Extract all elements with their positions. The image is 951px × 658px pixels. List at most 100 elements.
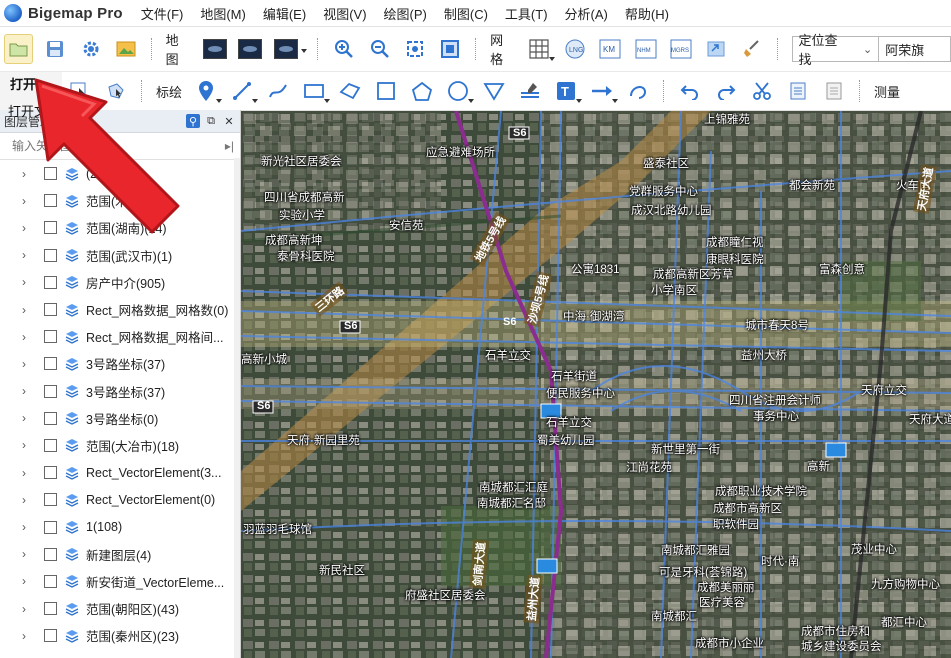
rectangle-tool-button[interactable] xyxy=(300,77,331,105)
line-tool-button[interactable] xyxy=(228,77,259,105)
layer-visibility-checkbox[interactable] xyxy=(44,357,57,371)
settings-button[interactable] xyxy=(77,35,104,63)
map-source-1-button[interactable] xyxy=(201,35,228,63)
layer-row[interactable]: › 3号路坐标(0) xyxy=(0,405,240,432)
export-button[interactable] xyxy=(703,35,730,63)
expand-arrow-icon[interactable]: › xyxy=(22,384,32,398)
float-window-icon[interactable]: ⧉ xyxy=(204,114,218,128)
pentagon-tool-button[interactable] xyxy=(408,77,436,105)
menu-help[interactable]: 帮助(H) xyxy=(625,4,669,23)
zoom-out-button[interactable] xyxy=(366,35,393,63)
map-source-3-button[interactable] xyxy=(272,35,308,63)
expand-arrow-icon[interactable]: › xyxy=(22,466,32,480)
layer-row[interactable]: › 新建图层(4) xyxy=(0,541,240,568)
curve-tool-button[interactable] xyxy=(264,77,292,105)
expand-arrow-icon[interactable]: › xyxy=(22,248,32,262)
layer-visibility-checkbox[interactable] xyxy=(44,574,57,588)
expand-arrow-icon[interactable]: › xyxy=(22,303,32,317)
nh-grid-button[interactable]: NHM xyxy=(632,35,659,63)
menu-file[interactable]: 文件(F) xyxy=(141,4,184,23)
layer-panel-scrollbar[interactable] xyxy=(234,158,240,658)
layer-row[interactable]: › Rect_网格数据_网格间... xyxy=(0,323,240,350)
menu-edit[interactable]: 编辑(E) xyxy=(263,4,306,23)
expand-arrow-icon[interactable]: › xyxy=(22,357,32,371)
menu-tools[interactable]: 工具(T) xyxy=(505,4,548,23)
layer-row[interactable]: › Rect_VectorElement(3... xyxy=(0,459,240,486)
paste-button[interactable] xyxy=(820,77,848,105)
square-tool-button[interactable] xyxy=(372,77,400,105)
cut-button[interactable] xyxy=(748,77,776,105)
menu-draw[interactable]: 绘图(P) xyxy=(384,4,427,23)
locate-search-select[interactable]: 定位查找 ⌄ xyxy=(791,33,880,67)
expand-arrow-icon[interactable]: › xyxy=(22,493,32,507)
layer-visibility-checkbox[interactable] xyxy=(44,520,57,534)
layer-row[interactable]: › Rect_网格数据_网格数(0) xyxy=(0,296,240,323)
layer-row[interactable]: › 范围(朝阳区)(43) xyxy=(0,595,240,622)
expand-arrow-icon[interactable]: › xyxy=(22,438,32,452)
undo-button[interactable] xyxy=(676,77,704,105)
close-icon[interactable]: ✕ xyxy=(222,114,236,128)
expand-arrow-icon[interactable]: › xyxy=(22,275,32,289)
layer-visibility-checkbox[interactable] xyxy=(44,493,57,507)
map-view[interactable]: 新光社区居委会 应急避难场所 上锦雅苑 盛泰社区 党群服务中心 成汉北路幼儿园 四川省成都高… xyxy=(241,111,951,658)
full-extent-button[interactable] xyxy=(437,35,464,63)
circle-tool-button[interactable] xyxy=(444,77,475,105)
layer-row[interactable]: › 范围(秦州区)(23) xyxy=(0,622,240,649)
layer-visibility-checkbox[interactable] xyxy=(44,384,57,398)
grid-button[interactable] xyxy=(526,35,555,63)
layer-visibility-checkbox[interactable] xyxy=(44,303,57,317)
measure-label[interactable]: 测量 xyxy=(874,82,900,101)
lonlat-grid-button[interactable]: LNG xyxy=(561,35,588,63)
copy-button[interactable] xyxy=(784,77,812,105)
save-button[interactable] xyxy=(41,35,68,63)
layer-row[interactable]: › 新安街道_VectorEleme... xyxy=(0,568,240,595)
collapse-icon[interactable]: ▸| xyxy=(225,139,234,153)
layer-row[interactable]: › 3号路坐标(37) xyxy=(0,350,240,377)
search-icon[interactable]: ⚲ xyxy=(186,114,200,128)
marker-tool-button[interactable] xyxy=(192,77,223,105)
layer-row[interactable]: › 房产中介(905) xyxy=(0,269,240,296)
image-button[interactable] xyxy=(112,35,139,63)
layer-visibility-checkbox[interactable] xyxy=(44,629,57,643)
zoom-extent-button[interactable] xyxy=(401,35,428,63)
layer-visibility-checkbox[interactable] xyxy=(44,602,57,616)
map-place-label: 石羊立交 xyxy=(546,417,592,429)
layer-visibility-checkbox[interactable] xyxy=(44,330,57,344)
arrow-tool-button[interactable] xyxy=(588,77,619,105)
menu-map[interactable]: 地图(M) xyxy=(200,4,246,23)
layer-row[interactable]: › 3号路坐标(37) xyxy=(0,378,240,405)
expand-arrow-icon[interactable]: › xyxy=(22,629,32,643)
map-source-2-button[interactable] xyxy=(237,35,264,63)
layer-row[interactable]: › 1(108) xyxy=(0,513,240,540)
map-place-label: 南城都汇 xyxy=(651,611,697,623)
km-grid-button[interactable]: KM xyxy=(596,35,623,63)
layer-visibility-checkbox[interactable] xyxy=(44,547,57,561)
layer-visibility-checkbox[interactable] xyxy=(44,411,57,425)
zoom-in-button[interactable] xyxy=(330,35,357,63)
mgrs-grid-button[interactable]: MGRS xyxy=(667,35,694,63)
expand-arrow-icon[interactable]: › xyxy=(22,602,32,616)
redo-button[interactable] xyxy=(712,77,740,105)
expand-arrow-icon[interactable]: › xyxy=(22,547,32,561)
freehand-tool-button[interactable] xyxy=(624,77,652,105)
layer-row[interactable]: › Rect_VectorElement(0) xyxy=(0,486,240,513)
layer-row[interactable]: › 范围(大冶市)(18) xyxy=(0,432,240,459)
expand-arrow-icon[interactable]: › xyxy=(22,411,32,425)
text-tool-button[interactable]: T xyxy=(552,77,583,105)
clear-button[interactable] xyxy=(738,35,765,63)
layer-visibility-checkbox[interactable] xyxy=(44,466,57,480)
road-tool-button[interactable] xyxy=(516,77,544,105)
sector-tool-button[interactable] xyxy=(480,77,508,105)
expand-arrow-icon[interactable]: › xyxy=(22,574,32,588)
polygon-tool-button[interactable] xyxy=(336,77,364,105)
layer-visibility-checkbox[interactable] xyxy=(44,438,57,452)
layer-visibility-checkbox[interactable] xyxy=(44,248,57,262)
expand-arrow-icon[interactable]: › xyxy=(22,330,32,344)
menu-cartography[interactable]: 制图(C) xyxy=(444,4,488,23)
menu-view[interactable]: 视图(V) xyxy=(323,4,366,23)
open-folder-button[interactable] xyxy=(4,34,34,64)
region-selector[interactable]: 阿荣旗 xyxy=(879,36,951,62)
expand-arrow-icon[interactable]: › xyxy=(22,520,32,534)
menu-analysis[interactable]: 分析(A) xyxy=(565,4,608,23)
layer-visibility-checkbox[interactable] xyxy=(44,275,57,289)
